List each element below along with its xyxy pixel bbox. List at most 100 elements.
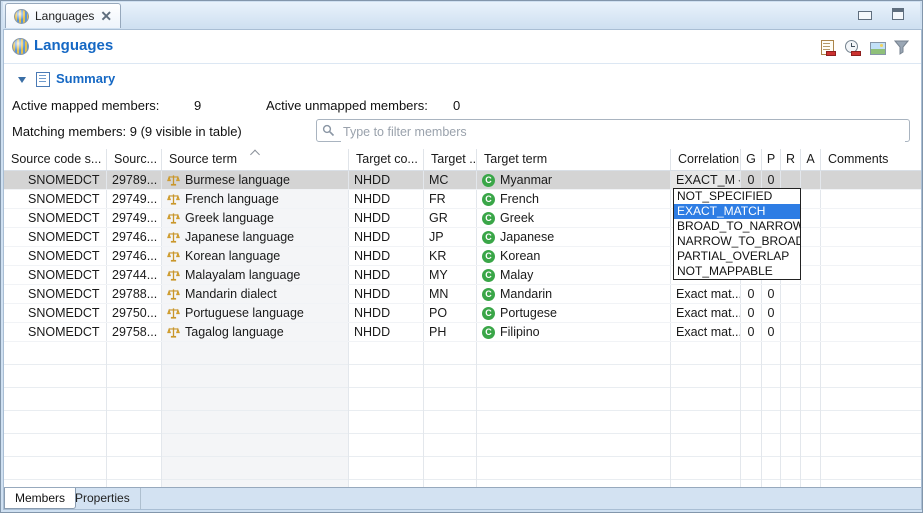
active-unmapped-value: 0 — [453, 98, 460, 113]
table-row[interactable]: SNOMEDCT29788...Mandarin dialectNHDDMNCM… — [4, 285, 921, 304]
cell-target_code: MY — [424, 266, 477, 284]
cell-comments — [821, 228, 921, 246]
cell-target_term: CPortugese — [477, 304, 671, 322]
correlation-option[interactable]: EXACT_MATCH — [674, 204, 800, 219]
table-row[interactable]: SNOMEDCT29758...Tagalog languageNHDDPHCF… — [4, 323, 921, 342]
correlation-combo[interactable]: EXACT_M — [671, 171, 741, 189]
filter-members-input[interactable] — [341, 121, 905, 142]
table-row[interactable]: SNOMEDCT29750...Portuguese languageNHDDP… — [4, 304, 921, 323]
gold-scales-icon — [167, 307, 180, 320]
green-concept-icon: C — [482, 307, 495, 320]
correlation-option[interactable]: PARTIAL_OVERLAP — [674, 249, 800, 264]
cell-target_term: CFrench — [477, 190, 671, 208]
cell-target_term: CMalay — [477, 266, 671, 284]
correlation-option[interactable]: NARROW_TO_BROAD — [674, 234, 800, 249]
grid-line — [820, 342, 821, 487]
table-header-row: Source code s...Sourc...Source termTarge… — [4, 149, 921, 171]
column-header-a[interactable]: A — [801, 149, 821, 170]
table-empty-area — [4, 342, 921, 487]
gold-scales-icon — [167, 250, 180, 263]
view-toolbar — [819, 39, 911, 56]
cell-g: 0 — [741, 171, 762, 189]
cell-target_term: CJapanese — [477, 228, 671, 246]
correlation-option[interactable]: NOT_SPECIFIED — [674, 189, 800, 204]
cell-source_code: 29746... — [107, 247, 162, 265]
editor-tab-languages[interactable]: Languages ✕ — [5, 3, 121, 28]
filter-field-wrap — [316, 119, 910, 142]
image-icon[interactable] — [869, 39, 886, 56]
correlation-option[interactable]: BROAD_TO_NARROW — [674, 219, 800, 234]
column-header-source_code[interactable]: Sourc... — [107, 149, 162, 170]
cell-a — [801, 323, 821, 341]
cell-target_term: CMandarin — [477, 285, 671, 303]
cell-r — [781, 171, 801, 189]
gold-scales-icon — [167, 231, 180, 244]
close-icon[interactable]: ✕ — [100, 9, 112, 23]
grid-line — [740, 342, 741, 487]
minimize-view-icon[interactable] — [858, 11, 872, 20]
column-header-source_term[interactable]: Source term — [162, 149, 349, 170]
gold-scales-icon — [167, 174, 180, 187]
matching-members-label: Matching members: 9 (9 visible in table) — [12, 124, 242, 139]
table-remove-icon[interactable] — [819, 39, 836, 56]
cell-source_code_system: SNOMEDCT — [4, 266, 107, 284]
cell-target_code_system: NHDD — [349, 247, 424, 265]
cell-g: 0 — [741, 285, 762, 303]
clock-remove-icon[interactable] — [844, 39, 861, 56]
maximize-view-icon[interactable] — [892, 8, 904, 20]
grid-line — [348, 342, 349, 487]
summary-collapse-toggle-icon[interactable] — [18, 77, 26, 83]
column-header-target_code[interactable]: Target ... — [424, 149, 477, 170]
cell-a — [801, 171, 821, 189]
cell-p: 0 — [762, 285, 781, 303]
column-header-source_code_system[interactable]: Source code s... — [4, 149, 107, 170]
grid-line — [800, 342, 801, 487]
green-concept-icon: C — [482, 250, 495, 263]
editor-tabbar: Languages ✕ — [3, 2, 920, 28]
cell-a — [801, 304, 821, 322]
cell-correlation[interactable]: Exact mat... — [671, 304, 741, 322]
cell-source_term: Portuguese language — [162, 304, 349, 322]
grid-line — [761, 342, 762, 487]
mapping-editor-content: Languages Summary Active mapped members:… — [3, 29, 922, 510]
column-header-target_code_system[interactable]: Target co... — [349, 149, 424, 170]
cell-source_code: 29746... — [107, 228, 162, 246]
cell-target_term: CKorean — [477, 247, 671, 265]
cell-source_code: 29788... — [107, 285, 162, 303]
column-header-p[interactable]: P — [762, 149, 781, 170]
cell-a — [801, 247, 821, 265]
cell-target_code_system: NHDD — [349, 266, 424, 284]
summary-list-icon — [36, 72, 50, 87]
cell-source_term: Mandarin dialect — [162, 285, 349, 303]
green-concept-icon: C — [482, 231, 495, 244]
column-header-r[interactable]: R — [781, 149, 801, 170]
cell-target_term: CMyanmar — [477, 171, 671, 189]
cell-correlation[interactable]: Exact mat... — [671, 285, 741, 303]
cell-target_code: KR — [424, 247, 477, 265]
cell-target_code_system: NHDD — [349, 171, 424, 189]
column-header-correlation[interactable]: Correlation — [671, 149, 741, 170]
cell-comments — [821, 190, 921, 208]
green-concept-icon: C — [482, 212, 495, 225]
filter-funnel-icon[interactable] — [894, 39, 911, 56]
summary-section-title[interactable]: Summary — [56, 71, 115, 86]
cell-target_code_system: NHDD — [349, 190, 424, 208]
cell-p: 0 — [762, 323, 781, 341]
cell-target_code: PO — [424, 304, 477, 322]
cell-target_code: MC — [424, 171, 477, 189]
column-header-target_term[interactable]: Target term — [477, 149, 671, 170]
active-mapped-value: 9 — [194, 98, 201, 113]
cell-correlation[interactable]: Exact mat... — [671, 323, 741, 341]
cell-comments — [821, 323, 921, 341]
cell-g: 0 — [741, 304, 762, 322]
column-header-comments[interactable]: Comments — [821, 149, 921, 170]
sort-ascending-icon — [250, 150, 260, 160]
correlation-option[interactable]: NOT_MAPPABLE — [674, 264, 800, 279]
grid-line — [670, 342, 671, 487]
cell-target_code_system: NHDD — [349, 285, 424, 303]
cell-target_code: MN — [424, 285, 477, 303]
cell-source_term: Malayalam language — [162, 266, 349, 284]
column-header-g[interactable]: G — [741, 149, 762, 170]
cell-comments — [821, 304, 921, 322]
tab-properties[interactable]: Properties — [65, 488, 141, 509]
